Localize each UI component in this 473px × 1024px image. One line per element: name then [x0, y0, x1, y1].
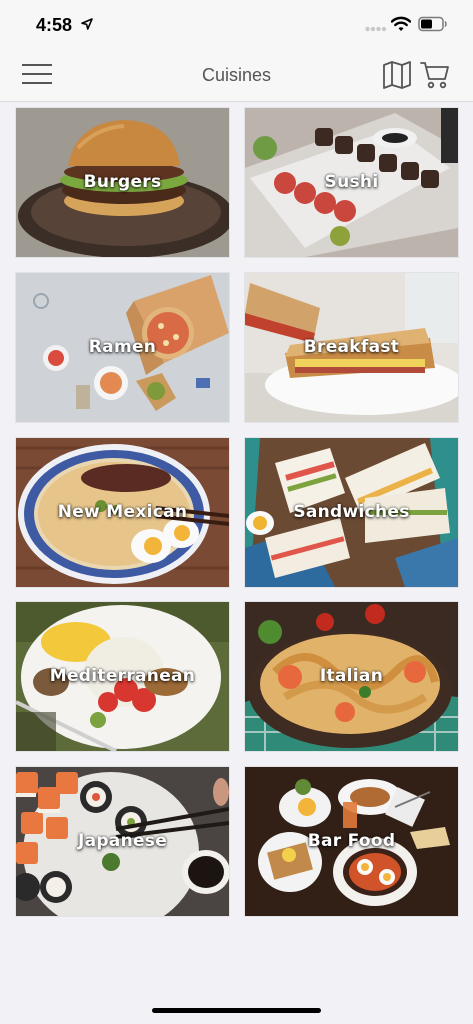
navigation-bar: Cuisines — [0, 50, 473, 102]
cuisine-tile-bar-food[interactable]: Bar Food — [245, 767, 458, 916]
cuisine-label: New Mexican — [57, 502, 188, 522]
cuisine-tile-sushi[interactable]: Sushi — [245, 108, 458, 257]
cuisine-label: Sushi — [324, 172, 379, 192]
map-icon[interactable] — [382, 61, 412, 89]
cuisine-tile-new-mexican[interactable]: New Mexican — [16, 438, 229, 587]
home-indicator[interactable] — [152, 1008, 321, 1013]
cuisine-label: Mediterranean — [49, 666, 196, 686]
cuisine-label: Burgers — [83, 172, 162, 192]
cuisine-tile-sandwiches[interactable]: Sandwiches — [245, 438, 458, 587]
cuisine-label: Sandwiches — [293, 502, 410, 522]
cuisine-tile-ramen[interactable]: Ramen — [16, 273, 229, 422]
cuisine-tile-japanese[interactable]: Japanese — [16, 767, 229, 916]
status-bar: 4:58 — [0, 0, 473, 50]
battery-icon — [418, 16, 447, 32]
cuisine-label: Italian — [319, 666, 384, 686]
cuisine-label: Ramen — [88, 337, 157, 357]
cuisine-tile-italian[interactable]: Italian — [245, 602, 458, 751]
cuisine-tile-breakfast[interactable]: Breakfast — [245, 273, 458, 422]
cuisine-label: Bar Food — [307, 831, 396, 851]
status-time: 4:58 — [36, 15, 73, 35]
wifi-icon — [391, 16, 411, 31]
cuisine-label: Japanese — [77, 831, 168, 851]
cuisine-tile-burgers[interactable]: Burgers — [16, 108, 229, 257]
cuisine-tile-mediterranean[interactable]: Mediterranean — [16, 602, 229, 751]
location-arrow-icon — [81, 18, 93, 30]
cart-icon[interactable] — [420, 60, 450, 90]
cuisine-label: Breakfast — [303, 337, 400, 357]
cellular-signal-icon — [365, 26, 387, 32]
